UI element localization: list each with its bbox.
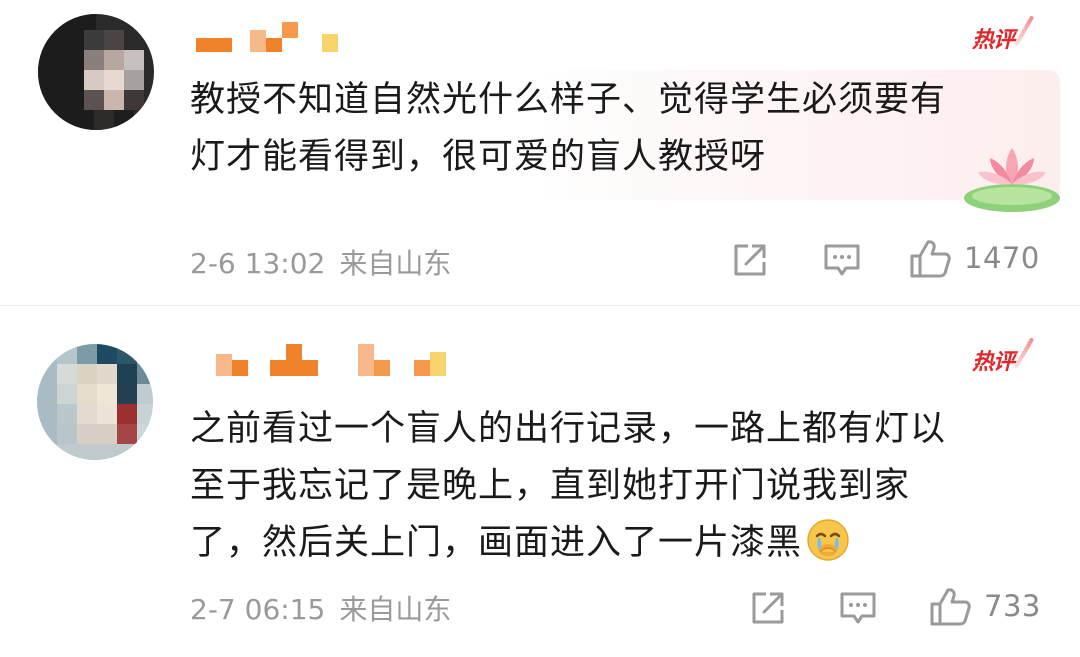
comment-text: 之前看过一个盲人的出行记录，一路上都有灯以 至于我忘记了是晚上，直到她打开门说我… [190, 401, 946, 572]
timestamp: 2-7 06:15 [190, 593, 326, 626]
like-count: 733 [984, 589, 1041, 623]
share-icon [752, 592, 784, 624]
share-icon [734, 244, 766, 276]
timestamp: 2-6 13:02 [190, 247, 326, 280]
hot-comment-badge: 热评 [972, 337, 1035, 376]
thumbs-up-icon [930, 588, 971, 626]
comment-text-line: 灯才能看得到，很可爱的盲人教授呀 [190, 137, 767, 177]
crying-face-emoji-icon [807, 519, 849, 561]
like-button[interactable]: 1470 [908, 236, 1040, 280]
comment-icon [840, 592, 876, 624]
username-blurred[interactable] [196, 22, 356, 52]
like-count: 1470 [964, 241, 1040, 275]
hot-comment-badge: 热评 [972, 15, 1035, 54]
share-button[interactable] [748, 588, 788, 628]
reply-button[interactable] [822, 240, 862, 280]
username-blurred[interactable] [216, 344, 456, 376]
like-button[interactable]: 733 [928, 584, 1041, 628]
location: 来自山东 [339, 593, 452, 626]
avatar[interactable] [37, 344, 153, 460]
comment-card: 热评 之前看过一个盲人的出行记录，一路上都有灯以 至于我忘记了是晚上，直到她打开… [0, 306, 1080, 657]
reply-button[interactable] [838, 588, 878, 628]
thumbs-up-icon [910, 240, 951, 278]
comment-meta: 2-6 13:02 来自山东 [190, 242, 451, 282]
avatar[interactable] [38, 14, 154, 130]
comment-text: 教授不知道自然光什么样子、觉得学生必须要有 灯才能看得到，很可爱的盲人教授呀 [190, 72, 946, 186]
lotus-sticker-icon [960, 140, 1064, 216]
comment-icon [824, 244, 860, 276]
comment-text-line: 至于我忘记了是晚上，直到她打开门说我到家 [190, 466, 911, 506]
comment-meta: 2-7 06:15 来自山东 [190, 588, 451, 628]
comment-card: 热评 教授不知道自然光什么样子、觉得学生必须要有 灯才能看得到，很可爱的盲人教授… [0, 0, 1080, 305]
share-button[interactable] [730, 240, 770, 280]
comment-text-line: 教授不知道自然光什么样子、觉得学生必须要有 [190, 80, 947, 120]
location: 来自山东 [339, 247, 452, 280]
comment-text-line: 了，然后关上门，画面进入了一片漆黑 [190, 515, 946, 572]
comment-text-line: 之前看过一个盲人的出行记录，一路上都有灯以 [190, 409, 947, 449]
